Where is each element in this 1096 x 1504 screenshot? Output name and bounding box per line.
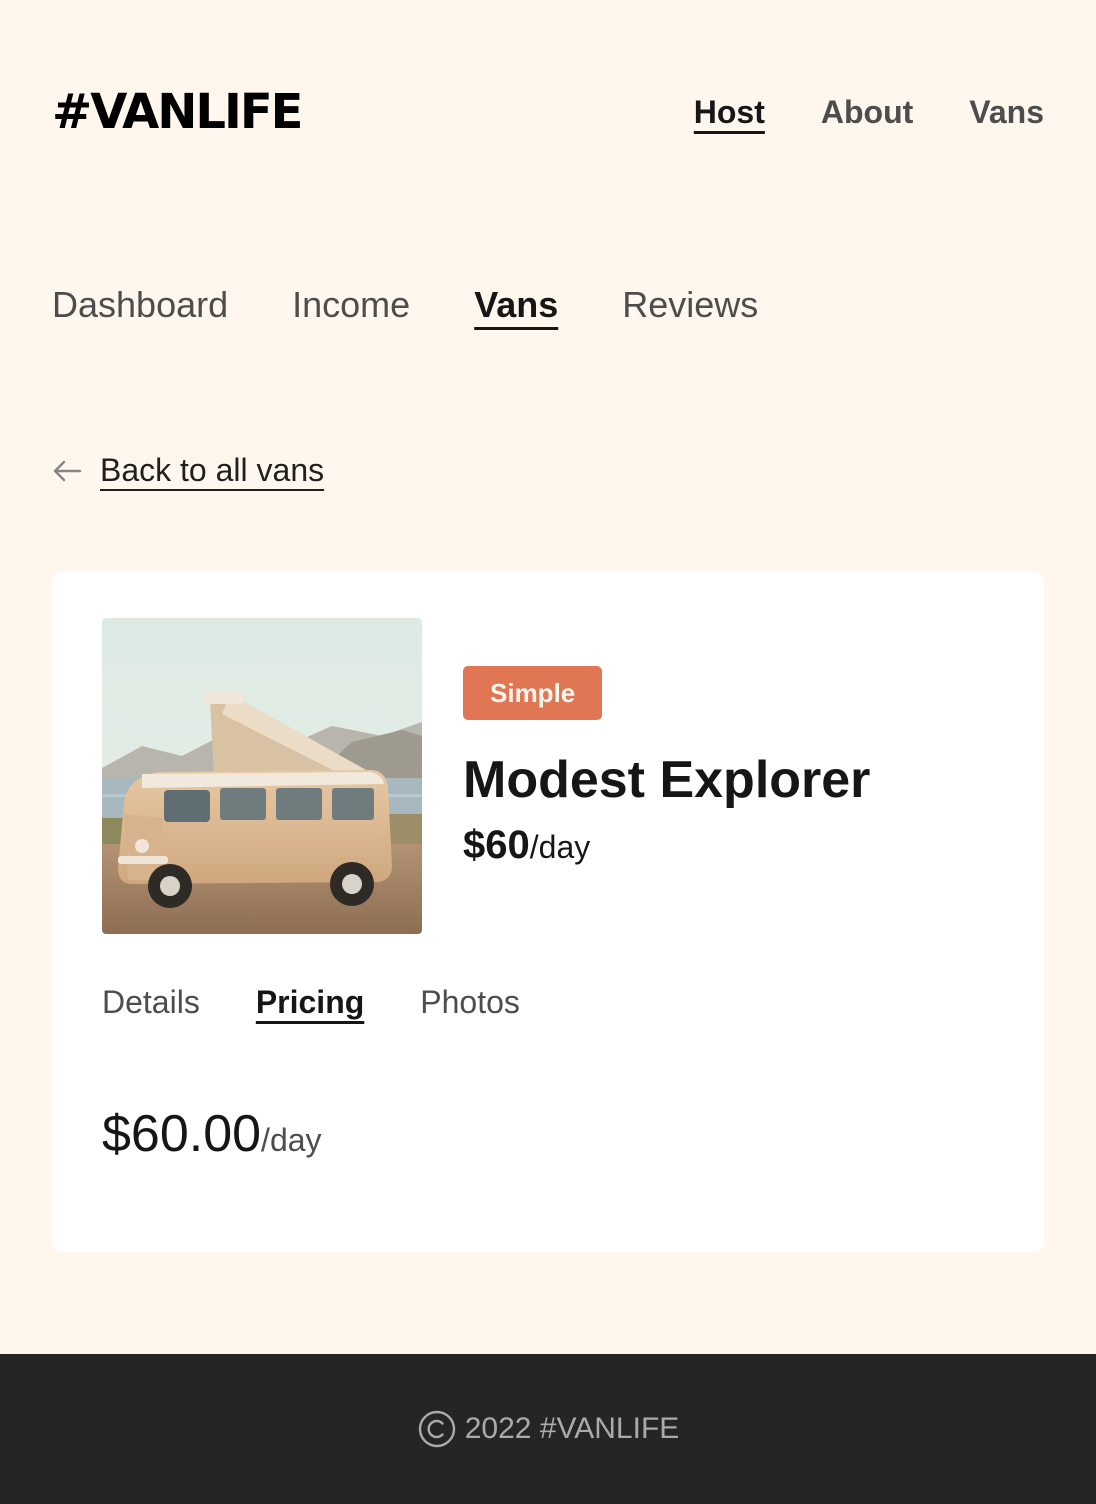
nav-link-about[interactable]: About xyxy=(821,94,913,131)
van-price-unit: /day xyxy=(529,829,591,866)
arrow-left-icon xyxy=(53,460,82,481)
nav-link-host[interactable]: Host xyxy=(694,94,765,131)
host-nav: Dashboard Income Vans Reviews xyxy=(52,284,758,326)
back-to-vans-link[interactable]: Back to all vans xyxy=(52,452,324,489)
site-header: #VANLIFE Host About Vans xyxy=(52,80,1044,144)
pricing-unit: /day xyxy=(261,1122,322,1158)
pricing-amount: $60.00 xyxy=(102,1105,262,1163)
host-nav-reviews[interactable]: Reviews xyxy=(622,284,758,326)
van-photo xyxy=(102,618,422,934)
host-nav-vans[interactable]: Vans xyxy=(474,284,558,326)
van-detail-tabs: Details Pricing Photos xyxy=(102,984,520,1021)
van-type-badge: Simple xyxy=(463,666,603,720)
host-nav-dashboard[interactable]: Dashboard xyxy=(52,284,228,326)
copyright-icon xyxy=(418,1410,455,1448)
pricing-value: $60.00/day xyxy=(102,1104,322,1164)
footer-text: 2022 #VANLIFE xyxy=(464,1412,680,1445)
tab-photos[interactable]: Photos xyxy=(420,984,520,1021)
back-link-label: Back to all vans xyxy=(100,452,325,488)
van-info: Simple Modest Explorer $60/day xyxy=(463,666,870,868)
van-price: $60/day xyxy=(463,823,870,868)
site-footer: 2022 #VANLIFE xyxy=(0,1354,1096,1504)
tab-details[interactable]: Details xyxy=(102,984,200,1021)
site-logo[interactable]: #VANLIFE xyxy=(52,88,303,136)
host-nav-income[interactable]: Income xyxy=(292,284,410,326)
nav-link-vans[interactable]: Vans xyxy=(969,94,1044,131)
van-price-amount: $60 xyxy=(463,823,530,868)
tab-pricing[interactable]: Pricing xyxy=(256,984,364,1021)
van-detail-card: Simple Modest Explorer $60/day Details P… xyxy=(52,572,1044,1252)
main-nav: Host About Vans xyxy=(694,94,1044,131)
van-name: Modest Explorer xyxy=(463,751,871,809)
